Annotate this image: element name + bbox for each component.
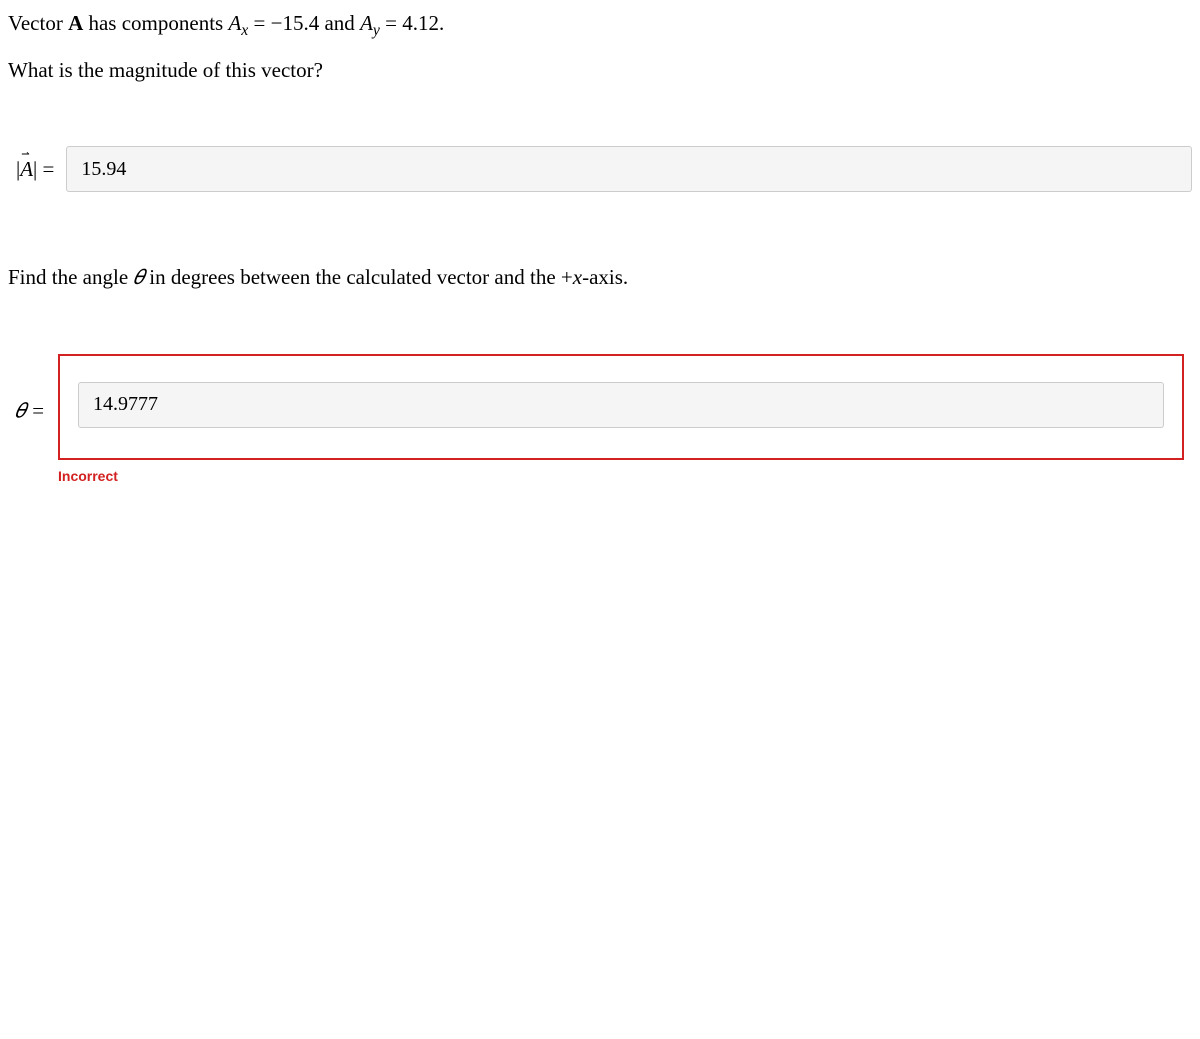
theta-eq: 𝜃 = [15, 398, 45, 423]
problem-line-1: Vector A has components Ax = −15.4 and A… [8, 8, 1192, 43]
abs-close-eq: | = [33, 157, 54, 182]
vec-A: ⇀A [20, 157, 33, 182]
text-in-degrees: in degrees between the calculated vector… [144, 265, 573, 289]
magnitude-label: |⇀A| = [16, 157, 54, 182]
magnitude-input[interactable] [66, 146, 1192, 192]
text-vector-pre: Vector [8, 11, 68, 35]
problem-line-2: What is the magnitude of this vector? [8, 55, 1192, 87]
vector-name: A [68, 11, 83, 35]
text-find-angle: Find the angle [8, 265, 133, 289]
var-Ax: A [228, 11, 241, 35]
text-axis: -axis. [582, 265, 628, 289]
magnitude-question: What is the magnitude of this vector? [8, 58, 323, 82]
magnitude-answer-row: |⇀A| = [8, 146, 1192, 192]
incorrect-box: 𝜃 = [58, 354, 1184, 460]
angle-input[interactable] [78, 382, 1164, 428]
text-eq2: = 4.12. [380, 11, 444, 35]
sub-y: y [373, 22, 380, 39]
angle-answer-section: 𝜃 = [58, 354, 1184, 460]
var-theta: 𝜃 [133, 265, 144, 289]
var-x-axis: x [573, 265, 582, 289]
angle-question: Find the angle 𝜃 in degrees between the … [8, 262, 1192, 294]
theta-label: 𝜃 = [15, 398, 45, 423]
text-eq1: = −15.4 and [248, 11, 360, 35]
var-Ay: A [360, 11, 373, 35]
text-has-components: has components [83, 11, 228, 35]
incorrect-feedback: Incorrect [58, 468, 1192, 484]
